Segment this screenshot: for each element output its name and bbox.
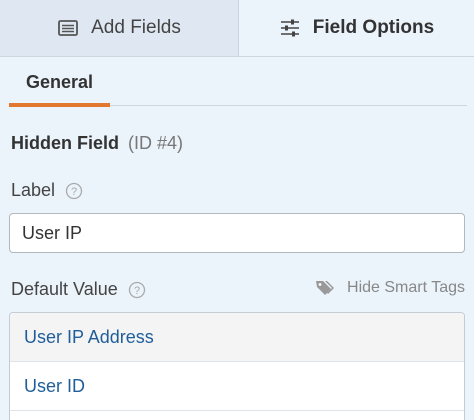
active-tab-indicator [9, 103, 110, 107]
tab-add-fields-label: Add Fields [91, 17, 181, 38]
tags-icon [315, 279, 335, 297]
hide-smart-tags-label: Hide Smart Tags [347, 279, 465, 296]
hide-smart-tags-link[interactable]: Hide Smart Tags [315, 279, 465, 297]
default-value-title: Default Value [11, 279, 118, 299]
top-tab-bar: Add Fields Field Options [0, 0, 474, 57]
tab-add-fields[interactable]: Add Fields [0, 0, 239, 56]
help-icon[interactable]: ? [128, 281, 146, 299]
field-heading: Hidden Field (ID #4) [11, 133, 183, 154]
svg-text:?: ? [134, 285, 140, 297]
tab-field-options-label: Field Options [312, 17, 435, 38]
smart-tag-item[interactable]: User IP Address [10, 313, 464, 362]
field-options-panel: Add Fields Field Options General Hidden … [0, 0, 474, 420]
label-heading: Label ? [11, 180, 83, 201]
sub-tab-bar: General [0, 57, 474, 109]
help-icon[interactable]: ? [65, 182, 83, 200]
tab-field-options[interactable]: Field Options [239, 0, 474, 56]
field-type-name: Hidden Field [11, 133, 119, 153]
sliders-icon [279, 17, 301, 39]
smart-tag-item[interactable]: User ID [10, 362, 464, 411]
label-input[interactable] [9, 213, 465, 253]
smart-tags-list: User IP Address User ID [9, 312, 465, 420]
label-title: Label [11, 180, 56, 200]
list-icon [57, 17, 79, 39]
field-id: (ID #4) [128, 133, 184, 153]
tab-general[interactable]: General [9, 57, 110, 107]
default-value-heading: Default Value ? [11, 279, 146, 300]
svg-text:?: ? [71, 186, 77, 198]
